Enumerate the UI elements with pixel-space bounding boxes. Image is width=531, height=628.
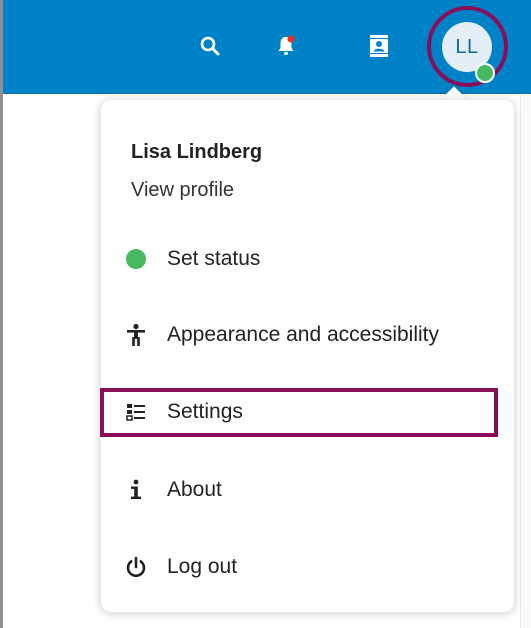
power-icon — [123, 554, 149, 580]
info-icon — [123, 477, 149, 503]
notifications-bell-icon[interactable] — [273, 33, 299, 59]
menu-item-label: Set status — [167, 247, 261, 270]
window-left-border — [0, 0, 3, 628]
menu-item-label: About — [167, 478, 222, 501]
search-icon[interactable] — [197, 33, 223, 59]
settings-highlight-box — [100, 388, 498, 437]
avatar-status-icon — [475, 63, 495, 83]
avatar-initials: LL — [455, 35, 479, 58]
menu-item-label: Appearance and accessibility — [167, 323, 439, 346]
page-edge — [520, 94, 531, 628]
status-dot-icon — [123, 246, 149, 272]
menu-item-set-status[interactable]: Set status — [123, 237, 260, 281]
menu-item-appearance[interactable]: Appearance and accessibility — [123, 313, 439, 357]
accessibility-icon — [123, 322, 149, 348]
user-name: Lisa Lindberg — [131, 141, 263, 163]
menu-item-about[interactable]: About — [123, 468, 222, 512]
view-profile-link[interactable]: View profile — [131, 179, 234, 202]
menu-item-logout[interactable]: Log out — [123, 545, 237, 589]
menu-item-label: Log out — [167, 555, 238, 578]
contacts-icon[interactable] — [366, 33, 392, 59]
user-menu: Lisa Lindberg View profile Set status Ap… — [101, 100, 514, 612]
